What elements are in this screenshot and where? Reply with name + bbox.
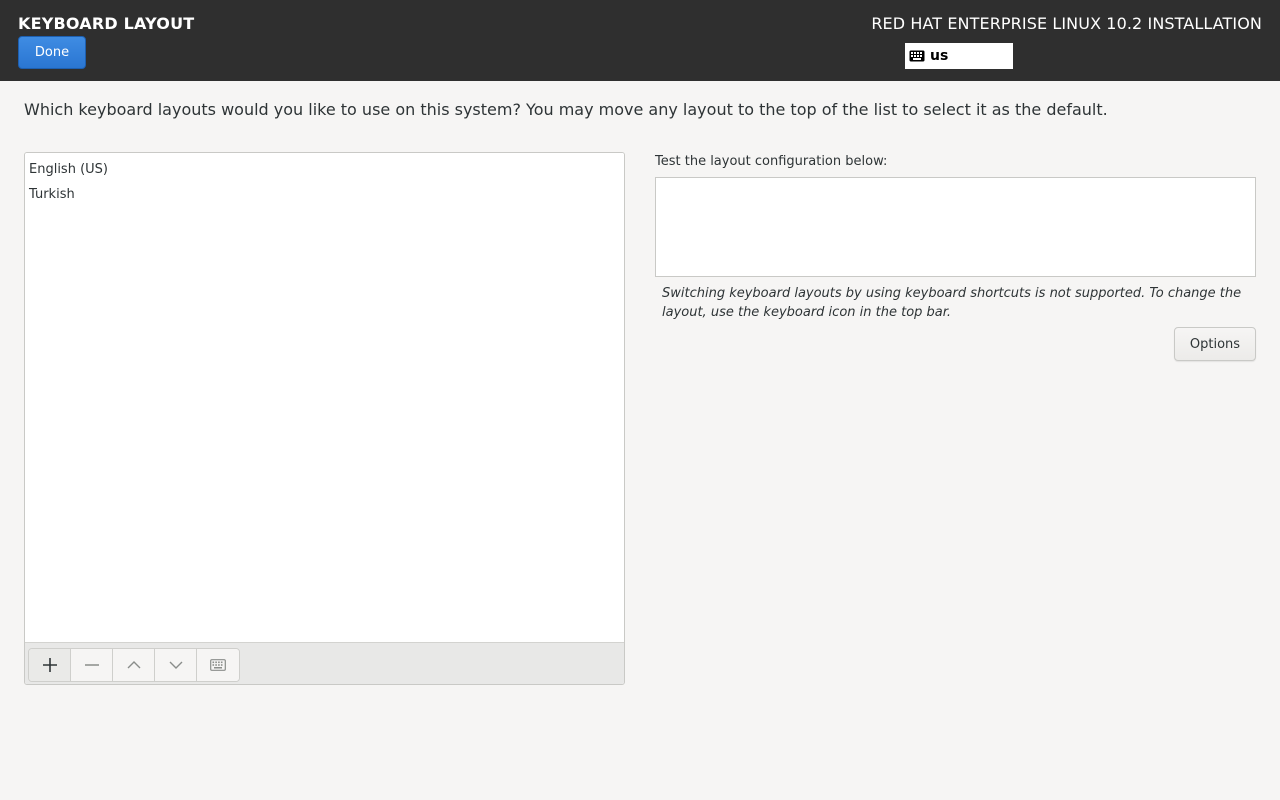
done-button[interactable]: Done xyxy=(18,36,86,69)
page-title: KEYBOARD LAYOUT xyxy=(18,14,195,33)
minus-icon xyxy=(84,664,99,666)
chevron-down-icon xyxy=(169,661,182,669)
preview-layout-button[interactable] xyxy=(197,649,239,681)
keyboard-indicator-label: us xyxy=(930,48,949,64)
test-layout-label: Test the layout configuration below: xyxy=(655,154,888,169)
layout-item-english-us[interactable]: English (US) xyxy=(25,157,624,182)
layout-toolbar xyxy=(25,642,624,684)
add-layout-button[interactable] xyxy=(29,649,71,681)
remove-layout-button[interactable] xyxy=(71,649,113,681)
keyboard-layout-indicator[interactable]: us xyxy=(905,43,1013,69)
move-layout-down-button[interactable] xyxy=(155,649,197,681)
intro-text: Which keyboard layouts would you like to… xyxy=(24,100,1108,119)
header-bar: KEYBOARD LAYOUT Done RED HAT ENTERPRISE … xyxy=(0,0,1280,81)
keyboard-icon xyxy=(909,50,925,62)
chevron-up-icon xyxy=(127,661,140,669)
keyboard-icon xyxy=(210,659,226,671)
layout-list-panel: English (US) Turkish xyxy=(24,152,625,685)
plus-icon xyxy=(42,658,57,672)
options-button[interactable]: Options xyxy=(1174,327,1256,361)
layout-item-turkish[interactable]: Turkish xyxy=(25,182,624,207)
move-layout-up-button[interactable] xyxy=(113,649,155,681)
test-layout-textarea[interactable] xyxy=(655,177,1256,277)
layout-list[interactable]: English (US) Turkish xyxy=(25,153,624,642)
layout-toolbar-buttons xyxy=(28,648,240,682)
product-title: RED HAT ENTERPRISE LINUX 10.2 INSTALLATI… xyxy=(871,14,1262,33)
shortcut-note: Switching keyboard layouts by using keyb… xyxy=(662,286,1242,320)
